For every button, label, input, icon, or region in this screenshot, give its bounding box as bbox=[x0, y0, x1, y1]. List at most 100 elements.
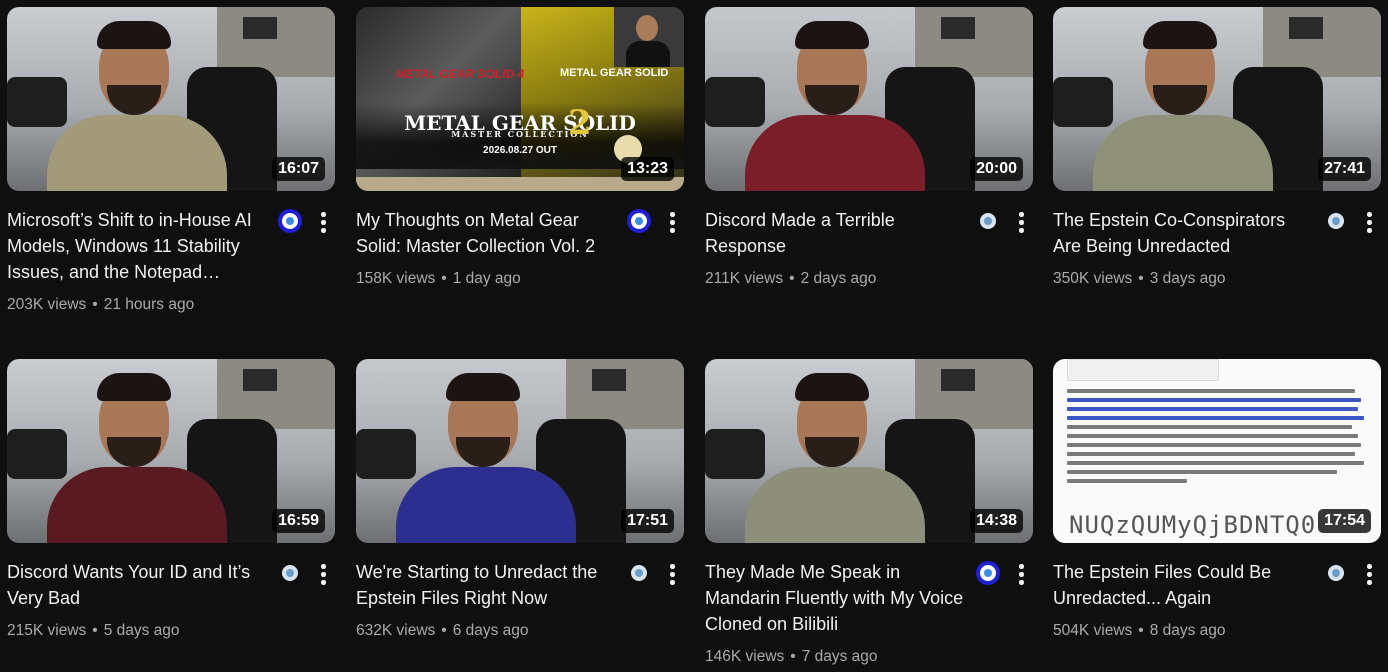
hair bbox=[1143, 21, 1217, 49]
document-glyphs: NUQzQUMyQjBDNTQ0 bbox=[1069, 511, 1317, 539]
code-snippet-box bbox=[1067, 359, 1219, 381]
document-text-lines bbox=[1067, 389, 1367, 488]
shirt bbox=[745, 467, 925, 543]
view-count: 632K views bbox=[356, 622, 436, 639]
video-thumbnail[interactable]: 16:59 bbox=[7, 359, 335, 543]
monitor bbox=[1289, 17, 1323, 39]
more-options-icon[interactable] bbox=[1013, 210, 1029, 236]
upload-age: 2 days ago bbox=[800, 270, 877, 287]
pending-indicator-icon[interactable] bbox=[976, 561, 1000, 585]
more-options-icon[interactable] bbox=[1361, 562, 1377, 588]
view-count: 146K views bbox=[705, 648, 785, 665]
view-count: 211K views bbox=[705, 270, 784, 287]
video-duration: 17:51 bbox=[621, 509, 674, 533]
upload-age: 1 day ago bbox=[452, 270, 521, 287]
video-thumbnail[interactable]: METAL GEAR SOLID 4 METAL GEAR SOLID META… bbox=[356, 7, 684, 191]
microphone bbox=[1053, 77, 1113, 127]
hair bbox=[446, 373, 520, 401]
view-count: 215K views bbox=[7, 622, 87, 639]
microphone bbox=[7, 429, 67, 479]
webcam-inset bbox=[614, 7, 684, 67]
pending-indicator-icon[interactable] bbox=[278, 561, 302, 585]
microphone bbox=[7, 77, 67, 127]
video-metadata: 215K views • 5 days ago bbox=[7, 621, 180, 641]
monitor bbox=[243, 17, 277, 39]
video-title[interactable]: We're Starting to Unredact the Epstein F… bbox=[356, 559, 618, 611]
video-thumbnail[interactable]: 17:51 bbox=[356, 359, 684, 543]
video-thumbnail[interactable]: NUQzQUMyQjBDNTQ0 17:54 bbox=[1053, 359, 1381, 543]
video-duration: 13:23 bbox=[621, 157, 674, 181]
more-options-icon[interactable] bbox=[1361, 210, 1377, 236]
more-options-icon[interactable] bbox=[664, 210, 680, 236]
more-options-icon[interactable] bbox=[1013, 562, 1029, 588]
video-metadata: 350K views • 3 days ago bbox=[1053, 269, 1226, 289]
video-title[interactable]: Discord Wants Your ID and It’s Very Bad bbox=[7, 559, 269, 611]
shirt bbox=[47, 115, 227, 191]
pending-indicator-icon[interactable] bbox=[278, 209, 302, 233]
pending-indicator-icon[interactable] bbox=[976, 209, 1000, 233]
upload-age: 21 hours ago bbox=[103, 296, 195, 313]
pending-indicator-icon[interactable] bbox=[627, 561, 651, 585]
poster-left-logo: METAL GEAR SOLID 4 bbox=[396, 67, 525, 81]
separator-dot: • bbox=[92, 296, 98, 313]
monitor bbox=[592, 369, 626, 391]
separator-dot: • bbox=[1138, 622, 1144, 639]
view-count: 350K views bbox=[1053, 270, 1133, 287]
more-options-icon[interactable] bbox=[315, 562, 331, 588]
hair bbox=[97, 21, 171, 49]
shirt bbox=[47, 467, 227, 543]
upload-age: 6 days ago bbox=[452, 622, 529, 639]
microphone bbox=[705, 77, 765, 127]
video-duration: 20:00 bbox=[970, 157, 1023, 181]
view-count: 158K views bbox=[356, 270, 436, 287]
more-options-icon[interactable] bbox=[664, 562, 680, 588]
view-count: 203K views bbox=[7, 296, 87, 313]
view-count: 504K views bbox=[1053, 622, 1133, 639]
shirt bbox=[396, 467, 576, 543]
separator-dot: • bbox=[1138, 270, 1144, 287]
video-metadata: 632K views • 6 days ago bbox=[356, 621, 529, 641]
video-title[interactable]: Microsoft’s Shift to in-House AI Models,… bbox=[7, 207, 269, 285]
video-title[interactable]: Discord Made a Terrible Response bbox=[705, 207, 967, 259]
upload-age: 7 days ago bbox=[801, 648, 878, 665]
video-grid: 16:07 Microsoft’s Shift to in-House AI M… bbox=[0, 0, 1388, 672]
video-metadata: 158K views • 1 day ago bbox=[356, 269, 521, 289]
video-thumbnail[interactable]: 14:38 bbox=[705, 359, 1033, 543]
video-title[interactable]: The Epstein Co-Conspirators Are Being Un… bbox=[1053, 207, 1315, 259]
poster-right-logo: METAL GEAR SOLID bbox=[560, 67, 669, 79]
video-thumbnail[interactable]: 16:07 bbox=[7, 7, 335, 191]
poster-volume: 2 bbox=[568, 103, 592, 143]
separator-dot: • bbox=[441, 622, 447, 639]
shirt bbox=[1093, 115, 1273, 191]
video-duration: 16:59 bbox=[272, 509, 325, 533]
microphone bbox=[705, 429, 765, 479]
video-metadata: 211K views • 2 days ago bbox=[705, 269, 876, 289]
hair bbox=[97, 373, 171, 401]
more-options-icon[interactable] bbox=[315, 210, 331, 236]
upload-age: 8 days ago bbox=[1149, 622, 1226, 639]
monitor bbox=[941, 17, 975, 39]
hair bbox=[795, 373, 869, 401]
monitor bbox=[941, 369, 975, 391]
video-metadata: 146K views • 7 days ago bbox=[705, 647, 878, 667]
separator-dot: • bbox=[790, 648, 796, 665]
video-duration: 16:07 bbox=[272, 157, 325, 181]
pending-indicator-icon[interactable] bbox=[1324, 561, 1348, 585]
separator-dot: • bbox=[789, 270, 795, 287]
video-metadata: 504K views • 8 days ago bbox=[1053, 621, 1226, 641]
video-title[interactable]: The Epstein Files Could Be Unredacted...… bbox=[1053, 559, 1315, 611]
shirt bbox=[745, 115, 925, 191]
video-title[interactable]: My Thoughts on Metal Gear Solid: Master … bbox=[356, 207, 618, 259]
monitor bbox=[243, 369, 277, 391]
pending-indicator-icon[interactable] bbox=[1324, 209, 1348, 233]
video-title[interactable]: They Made Me Speak in Mandarin Fluently … bbox=[705, 559, 967, 637]
video-duration: 27:41 bbox=[1318, 157, 1371, 181]
video-duration: 14:38 bbox=[970, 509, 1023, 533]
video-metadata: 203K views • 21 hours ago bbox=[7, 295, 194, 315]
hair bbox=[795, 21, 869, 49]
video-thumbnail[interactable]: 20:00 bbox=[705, 7, 1033, 191]
video-thumbnail[interactable]: 27:41 bbox=[1053, 7, 1381, 191]
pending-indicator-icon[interactable] bbox=[627, 209, 651, 233]
upload-age: 5 days ago bbox=[103, 622, 180, 639]
video-duration: 17:54 bbox=[1318, 509, 1371, 533]
